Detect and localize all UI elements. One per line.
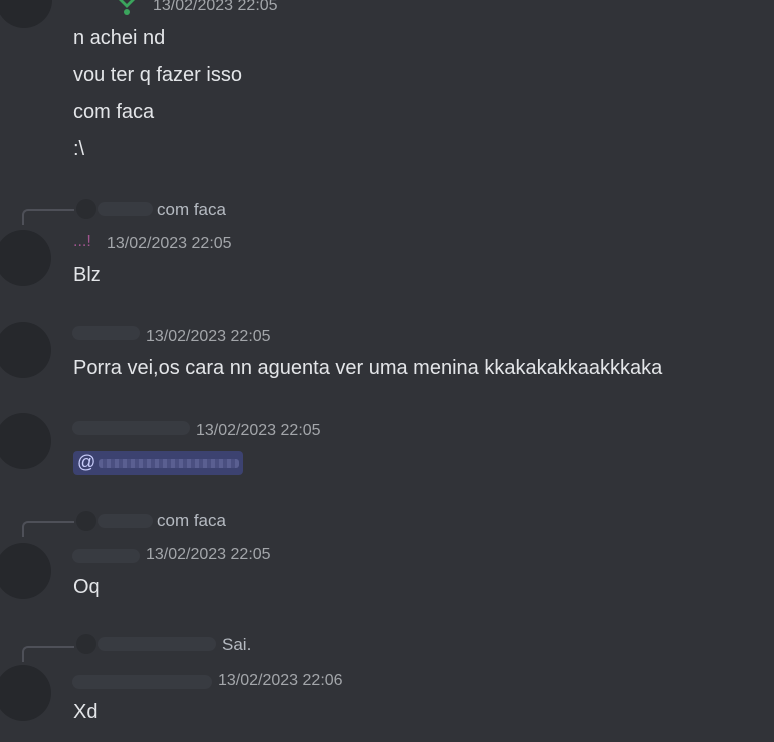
message-timestamp: 13/02/2023 22:06 [218, 672, 343, 689]
message-text: Porra vei,os cara nn aguenta ver uma men… [73, 357, 663, 379]
message-timestamp: 13/02/2023 22:05 [146, 328, 271, 345]
message-text: vou ter q fazer isso [73, 64, 242, 86]
message-timestamp: 13/02/2023 22:05 [107, 235, 232, 252]
reply-username[interactable] [98, 514, 153, 528]
reply-preview[interactable]: com faca [157, 511, 226, 531]
username[interactable] [72, 675, 212, 689]
message-text: :\ [73, 138, 85, 160]
reply-username[interactable] [98, 637, 216, 651]
reply-avatar[interactable] [76, 511, 96, 531]
mention-symbol: @ [77, 452, 96, 472]
message-text: Oq [73, 576, 100, 598]
message-timestamp: 13/02/2023 22:05 [146, 546, 271, 563]
mention-name [99, 459, 239, 468]
avatar[interactable] [0, 0, 52, 28]
reply-preview[interactable]: com faca [157, 200, 226, 220]
avatar[interactable] [0, 665, 51, 721]
reply-preview[interactable]: Sai. [222, 635, 251, 655]
message-text: Xd [73, 701, 98, 723]
reply-connector [22, 521, 74, 537]
username[interactable] [72, 326, 140, 340]
message-text: com faca [73, 101, 155, 123]
avatar[interactable] [0, 230, 51, 286]
reply-connector [22, 646, 74, 662]
message-text: Blz [73, 264, 101, 286]
reply-avatar[interactable] [76, 634, 96, 654]
reply-connector [22, 209, 74, 225]
avatar[interactable] [0, 322, 51, 378]
username[interactable] [72, 549, 140, 563]
avatar[interactable] [0, 543, 51, 599]
user-mention[interactable]: @ [73, 451, 243, 475]
username[interactable] [72, 421, 190, 435]
message-timestamp: 13/02/2023 22:05 [153, 0, 278, 14]
username-fragment[interactable]: ...! [73, 233, 91, 251]
message-timestamp: 13/02/2023 22:05 [196, 422, 321, 439]
reply-avatar[interactable] [76, 199, 96, 219]
reply-username[interactable] [98, 202, 153, 216]
avatar[interactable] [0, 413, 51, 469]
role-leaf-icon [119, 0, 135, 15]
message-text: n achei nd [73, 27, 166, 49]
